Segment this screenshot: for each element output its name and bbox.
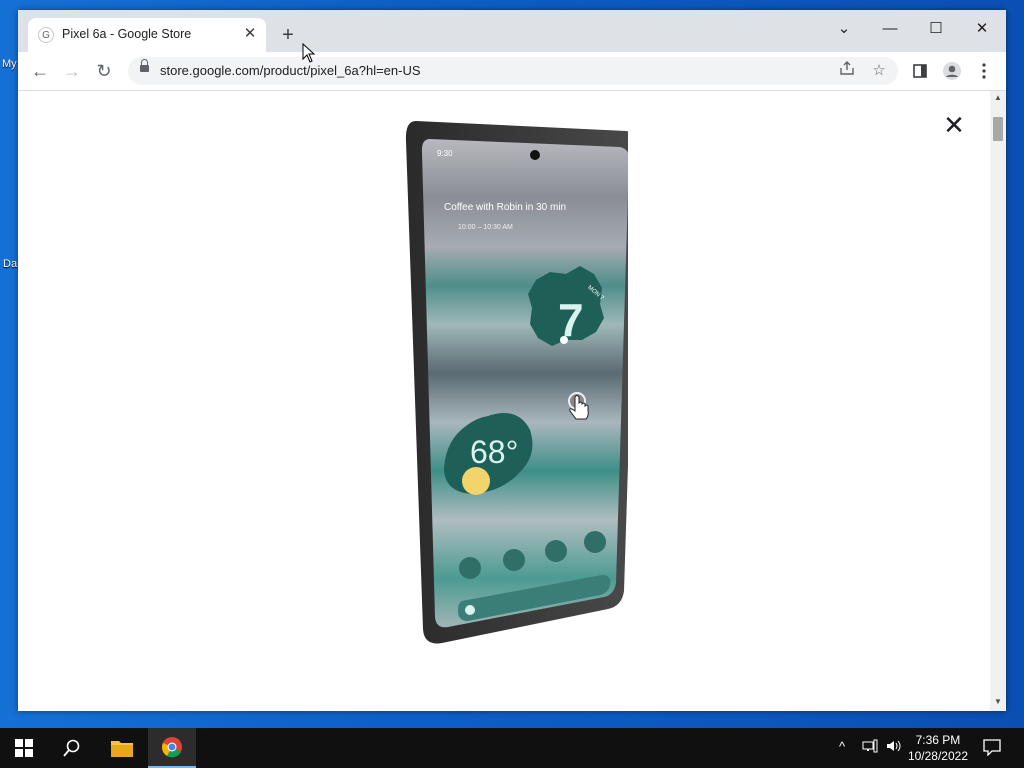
chrome-icon	[162, 737, 182, 758]
minimize-button[interactable]: —	[875, 16, 905, 42]
forward-button[interactable]: →	[59, 58, 85, 84]
start-button[interactable]	[0, 728, 48, 768]
back-button[interactable]: ←	[27, 58, 53, 84]
google-g-icon	[465, 605, 475, 615]
desktop-icon-fragment[interactable]: Da	[3, 258, 17, 270]
new-tab-button[interactable]: +	[276, 24, 300, 48]
share-icon[interactable]	[836, 60, 858, 82]
close-window-button[interactable]: ✕	[967, 16, 997, 42]
tab-close-icon[interactable]: ✕	[240, 24, 260, 44]
file-explorer-button[interactable]	[98, 728, 146, 768]
tab-pixel-6a[interactable]: G Pixel 6a - Google Store ✕	[28, 18, 266, 52]
app-icon-photos	[545, 540, 567, 562]
menu-kebab-icon[interactable]	[971, 58, 997, 84]
windows-taskbar: ^ 7:36 PM 10/28/2022	[0, 728, 1024, 768]
search-icon	[63, 739, 80, 757]
tab-title: Pixel 6a - Google Store	[62, 27, 192, 41]
side-panel-icon[interactable]	[907, 58, 933, 84]
lock-icon[interactable]	[140, 59, 149, 74]
scroll-down-arrow-icon[interactable]: ▼	[993, 697, 1003, 707]
app-icon-messages	[584, 531, 606, 553]
bookmark-star-icon[interactable]: ☆	[868, 60, 890, 82]
google-favicon-icon: G	[38, 27, 54, 43]
notifications-icon[interactable]	[983, 738, 1001, 759]
scrollbar-thumb[interactable]	[993, 117, 1003, 141]
pixel-6a-3d-model[interactable]: 9:30 Coffee with Robin in 30 min 10:00 –…	[378, 121, 628, 656]
folder-icon	[111, 741, 133, 757]
mouse-pointer-icon	[302, 43, 316, 63]
product-3d-viewer[interactable]: ✕ 9:30 Coffee with Robin in 30 min 10:00…	[18, 91, 990, 711]
phone-event-title: Coffee with Robin in 30 min	[444, 202, 566, 213]
reload-button[interactable]: ↻	[91, 58, 117, 84]
network-icon[interactable]	[862, 739, 878, 756]
volume-icon[interactable]	[886, 739, 902, 756]
address-bar[interactable]: store.google.com/product/pixel_6a?hl=en-…	[128, 57, 898, 85]
profile-avatar-icon[interactable]	[939, 58, 965, 84]
viewer-close-button[interactable]: ✕	[940, 111, 968, 139]
tab-strip: G Pixel 6a - Google Store ✕ + ⌄ — ☐ ✕	[18, 10, 1006, 52]
desktop-icon-fragment[interactable]: My	[2, 58, 17, 70]
phone-status-time: 9:30	[437, 149, 453, 158]
clock-time: 7:36 PM	[915, 733, 961, 747]
scroll-up-arrow-icon[interactable]: ▲	[993, 93, 1003, 103]
chrome-taskbar-button[interactable]	[148, 728, 196, 768]
app-icon-gmail	[459, 557, 481, 579]
url-text[interactable]: store.google.com/product/pixel_6a?hl=en-…	[160, 63, 421, 78]
tab-search-button[interactable]: ⌄	[829, 16, 859, 42]
page-scrollbar[interactable]: ▲ ▼	[990, 91, 1006, 711]
app-icon-maps	[503, 549, 525, 571]
browser-toolbar: ← → ↻ store.google.com/product/pixel_6a?…	[18, 52, 1006, 91]
system-clock[interactable]: 7:36 PM 10/28/2022	[908, 732, 968, 764]
phone-event-detail: 10:00 – 10:30 AM	[458, 224, 513, 231]
weather-temperature: 68°	[470, 434, 518, 470]
search-button[interactable]	[48, 728, 96, 768]
chrome-window: G Pixel 6a - Google Store ✕ + ⌄ — ☐ ✕ ← …	[18, 10, 1006, 711]
sun-icon	[462, 467, 490, 495]
clock-dot	[560, 336, 568, 344]
clock-date: 10/28/2022	[907, 749, 968, 763]
front-camera-icon	[530, 150, 540, 160]
windows-logo-icon	[15, 739, 33, 757]
maximize-button[interactable]: ☐	[921, 16, 951, 42]
show-hidden-icons-chevron-icon[interactable]: ^	[839, 739, 845, 754]
